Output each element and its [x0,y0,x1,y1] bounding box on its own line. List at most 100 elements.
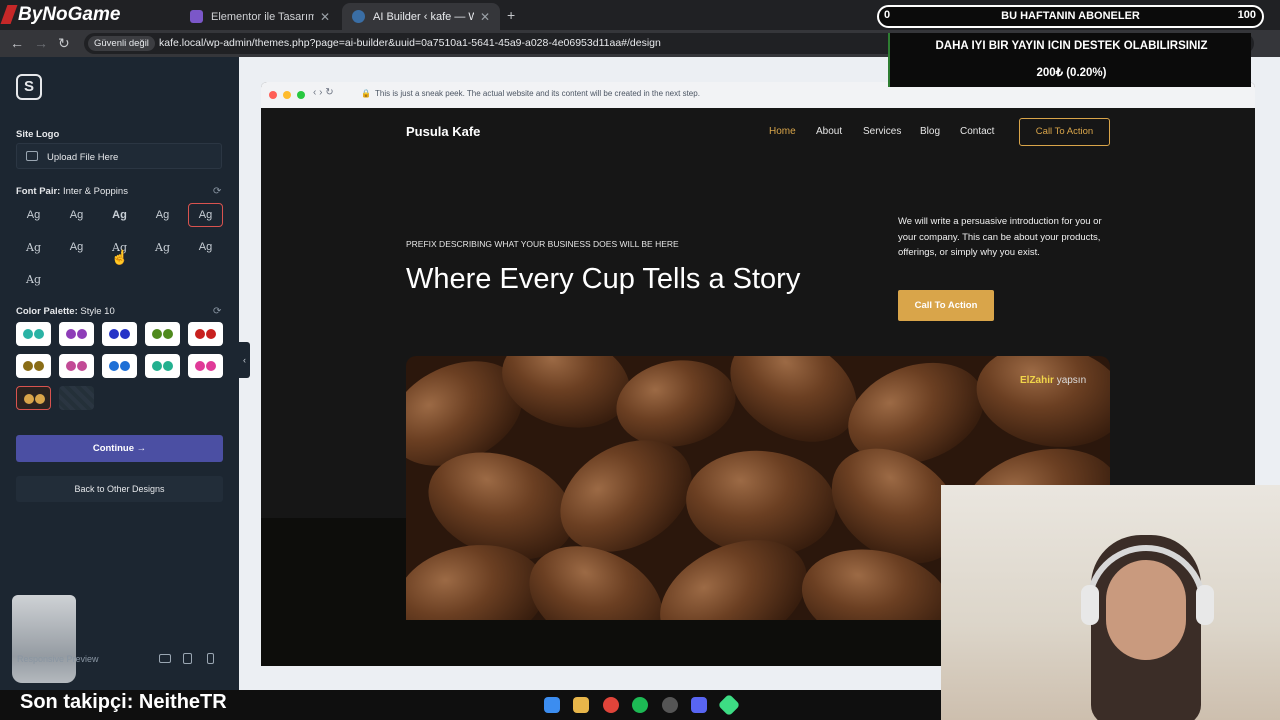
tab-label: Elementor ile Tasarım [211,10,314,23]
font-option[interactable]: Ag [188,235,223,259]
chrome-icon[interactable] [603,697,619,713]
lock-icon: 🔒 [361,89,371,98]
wordpress-favicon-icon [352,10,365,23]
font-option[interactable]: Ag [102,203,137,227]
tab-elementor[interactable]: Elementor ile Tasarım ✕ [180,3,340,30]
site-title: Pusula Kafe [406,124,481,139]
palette-color-dot [35,394,45,404]
forward-arrow-icon[interactable]: → [34,35,48,51]
palette-option[interactable] [59,354,94,378]
desktop-preview-icon[interactable] [159,654,171,663]
palette-option[interactable] [16,354,51,378]
reload-icon[interactable]: ↻ [58,35,70,52]
nav-services[interactable]: Services [863,126,901,137]
palette-color-dot [23,329,33,339]
font-option[interactable]: Ag [16,267,51,291]
palette-option[interactable] [16,322,51,346]
font-option[interactable]: Ag [16,203,51,227]
subscriber-bar: 0 BU HAFTANIN ABONELER 100 [877,5,1264,28]
palette-color-dot [109,361,119,371]
nav-arrows-icon: ‹ › ↻ [313,87,334,98]
font-option-selected[interactable]: Ag [188,203,223,227]
spotify-icon[interactable] [632,697,648,713]
palette-color-dot [34,329,44,339]
font-option[interactable]: Ag [145,203,180,227]
plus-icon[interactable]: + [507,7,515,23]
palette-color-dot [195,329,205,339]
maximize-dot-icon [297,91,305,99]
palette-color-dot [152,329,162,339]
close-tab-icon[interactable]: ✕ [320,10,330,24]
brand-text: ByNoGame [18,4,121,25]
minimize-dot-icon [283,91,291,99]
palette-option[interactable] [102,354,137,378]
chat-text: yapsın [1056,375,1087,386]
app-logo-icon: S [16,74,42,100]
palette-color-dot [163,361,173,371]
headphone-cup [1196,585,1214,625]
nav-home[interactable]: Home [769,126,796,137]
font-option[interactable]: Ag [16,235,51,259]
elementor-favicon-icon [190,10,203,23]
palette-color-dot [77,361,87,371]
font-option[interactable]: Ag [59,203,94,227]
palette-color-dot [120,329,130,339]
back-to-designs-button[interactable]: Back to Other Designs [16,476,223,502]
last-follower-text: Son takipçi: NeitheTR [20,691,227,713]
nav-about[interactable]: About [816,126,842,137]
webcam-cup-object [12,595,76,683]
font-pair-label: Font Pair: Inter & Poppins [16,186,128,197]
color-palette-label: Color Palette: Style 10 [16,306,115,317]
palette-option[interactable] [145,322,180,346]
upload-label: Upload File Here [47,152,119,163]
hero-intro: We will write a persuasive introduction … [898,216,1102,258]
nav-blog[interactable]: Blog [920,126,940,137]
color-palette-value: Style 10 [80,306,115,317]
palette-color-dot [66,361,76,371]
responsive-preview-label: Responsive Preview [17,654,99,664]
font-option[interactable]: Ag [59,235,94,259]
font-option[interactable]: Ag [145,235,180,259]
palette-option-selected[interactable] [16,386,51,410]
chat-message: ElZahir yapsın [1020,375,1086,386]
palette-color-dot [23,361,33,371]
nav-contact[interactable]: Contact [960,126,994,137]
palette-color-dot [206,361,216,371]
palette-color-dot [206,329,216,339]
collapse-sidebar-button[interactable]: ‹ [239,342,250,378]
tablet-preview-icon[interactable] [183,653,192,664]
mouse-cursor-icon: ☝ [111,249,129,265]
site-logo-label: Site Logo [16,129,60,140]
hero-call-to-action-button[interactable]: Call To Action [898,290,994,321]
palette-option[interactable] [102,322,137,346]
nav-call-to-action-button[interactable]: Call To Action [1019,118,1110,146]
palette-color-dot [66,329,76,339]
palette-option[interactable] [59,322,94,346]
windows-start-icon[interactable] [544,697,560,713]
sneak-peek-notice: This is just a sneak peek. The actual we… [375,89,700,98]
close-dot-icon [269,91,277,99]
close-tab-icon[interactable]: ✕ [480,10,490,24]
file-explorer-icon[interactable] [573,697,589,713]
settings-icon[interactable] [662,697,678,713]
palette-option[interactable] [145,354,180,378]
color-palette-title: Color Palette: [16,306,78,317]
donation-banner: DAHA IYI BIR YAYIN ICIN DESTEK OLABILIRS… [888,33,1251,87]
shuffle-fonts-icon[interactable]: ⟳ [213,186,221,197]
continue-button[interactable]: Continue → [16,435,223,462]
security-badge[interactable]: Güvenli değil [88,36,155,51]
palette-option[interactable] [188,322,223,346]
discord-icon[interactable] [691,697,707,713]
mobile-preview-icon[interactable] [207,653,214,664]
app-icon[interactable] [717,693,741,717]
upload-logo-button[interactable]: Upload File Here [16,143,222,169]
design-sidebar: S Site Logo Upload File Here Font Pair: … [0,57,239,690]
palette-option[interactable] [188,354,223,378]
donation-message: DAHA IYI BIR YAYIN ICIN DESTEK OLABILIRS… [935,40,1208,52]
back-arrow-icon[interactable]: ← [10,35,24,51]
tab-ai-builder[interactable]: AI Builder ‹ kafe — WordPress ✕ [342,3,500,30]
font-pair-value: Inter & Poppins [62,186,128,197]
custom-palette-option[interactable] [59,386,94,410]
font-pair-title: Font Pair: [16,186,61,197]
shuffle-palettes-icon[interactable]: ⟳ [213,306,221,317]
